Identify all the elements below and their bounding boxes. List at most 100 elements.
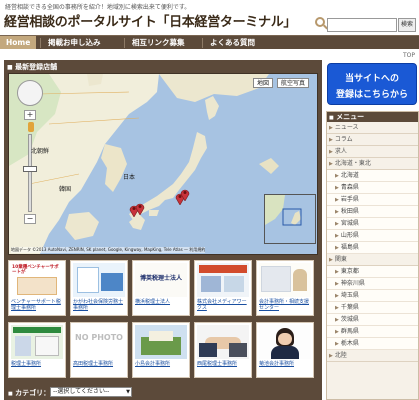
shop-image: 10業種ベンチャーサポートが <box>11 263 63 297</box>
shop-caption[interactable]: 高田税理士事務所 <box>73 361 127 367</box>
shop-thumbnail[interactable]: 税理士事務所 <box>8 322 66 378</box>
sidebar-item-label: 栃木県 <box>340 340 359 347</box>
sidebar-subitem[interactable]: ▶ 栃木県 <box>327 338 418 350</box>
map-pan-control-icon[interactable] <box>17 80 43 106</box>
shop-image <box>259 263 311 297</box>
search-input[interactable] <box>327 18 397 32</box>
sidebar-item-label: 埼玉県 <box>340 292 359 299</box>
register-banner-line2: 登録はこちらから <box>335 90 408 100</box>
shop-caption[interactable]: 会計事務所・相続支援センター <box>259 299 313 311</box>
chevron-right-icon: ▶ <box>335 185 339 191</box>
shop-thumbnail[interactable]: 西尾税理士事務所 <box>194 322 252 378</box>
map-marker-icon[interactable] <box>135 202 145 215</box>
chevron-right-icon: ▶ <box>335 341 339 347</box>
shop-thumbnail[interactable]: 小島会計事務所 <box>132 322 190 378</box>
shop-caption[interactable]: 小島会計事務所 <box>135 361 189 367</box>
sidebar-subitem[interactable]: ▶ 岩手県 <box>327 194 418 206</box>
shop-image <box>135 325 187 359</box>
site-tagline: 経営相談できる全国の事務所を紹介！地域別に検索出来て便利です。 <box>5 4 191 11</box>
chevron-right-icon: ▶ <box>335 317 339 323</box>
sidebar-category[interactable]: ▶ ニュース <box>327 122 418 134</box>
chevron-right-icon: ▶ <box>329 125 333 131</box>
chevron-right-icon: ▶ <box>329 257 333 263</box>
sidebar-subitem[interactable]: ▶ 宮城県 <box>327 218 418 230</box>
map-label-south-korea: 韓国 <box>59 186 72 193</box>
sidebar-item-label: 北海道・東北 <box>334 160 371 167</box>
top-link[interactable]: TOP <box>403 52 415 59</box>
heading-text: 最新登録店舗 <box>15 63 58 71</box>
map-type-satellite-button[interactable]: 航空写真 <box>277 78 310 88</box>
category-label: ■ カテゴリ： <box>8 388 50 398</box>
sidebar-subitem[interactable]: ▶ 北海道 <box>327 170 418 182</box>
chevron-right-icon: ▶ <box>335 293 339 299</box>
shop-thumbnail[interactable]: NO PHOTO 高田税理士事務所 <box>70 322 128 378</box>
register-banner-button[interactable]: 当サイトへの 登録はこちらから <box>327 63 417 105</box>
sidebar-subitem[interactable]: ▶ 青森県 <box>327 182 418 194</box>
shop-image-text: 博英税理士法人 <box>139 275 182 282</box>
shop-caption[interactable]: 株式会社メディアワークス <box>197 299 251 311</box>
sidebar-item-label: 神奈川県 <box>340 280 365 287</box>
sidebar-item-label: コラム <box>334 136 353 143</box>
site-title[interactable]: 経営相談のポータルサイト「日本経営ターミナル」 <box>4 11 296 30</box>
nav-apply[interactable]: 掲載お申し込み <box>42 36 107 49</box>
sidebar-item-label: 関東 <box>334 256 347 263</box>
map-overview-inset[interactable] <box>264 194 316 244</box>
map-credit: 地図データ ©2013 AutoNavi, ZENRIN, SK planet,… <box>11 247 206 253</box>
zoom-in-button[interactable]: + <box>24 110 36 120</box>
sidebar-item-label: 秋田県 <box>340 208 359 215</box>
chevron-right-icon: ▶ <box>335 329 339 335</box>
sidebar-item-label: 東京都 <box>340 268 359 275</box>
sidebar-subitem[interactable]: ▶ 秋田県 <box>327 206 418 218</box>
nav-divider <box>40 38 41 48</box>
chevron-right-icon: ▶ <box>335 269 339 275</box>
shop-caption[interactable]: 西尾税理士事務所 <box>197 361 251 367</box>
shop-thumbnail[interactable]: 博英税理士法人 横浜税理士法人 <box>132 260 190 316</box>
street-view-pegman-icon[interactable] <box>28 122 34 132</box>
search-button[interactable]: 検索 <box>398 18 416 32</box>
map-label-north-korea: 北朝鮮 <box>31 148 50 155</box>
nav-link-exchange[interactable]: 相互リンク募集 <box>126 36 191 49</box>
sidebar-subitem[interactable]: ▶ 神奈川県 <box>327 278 418 290</box>
sidebar-subitem[interactable]: ▶ 山形県 <box>327 230 418 242</box>
nav-faq[interactable]: よくある質問 <box>204 36 261 49</box>
shop-thumbnail[interactable]: 会計事務所・相続支援センター <box>256 260 314 316</box>
sidebar-subitem[interactable]: ▶ 茨城県 <box>327 314 418 326</box>
sidebar-item-label: 群馬県 <box>340 328 359 335</box>
map-marker-icon[interactable] <box>180 188 190 201</box>
panel-heading: ■ 最新登録店舗 <box>7 62 57 72</box>
shop-caption[interactable]: 横浜税理士法人 <box>135 299 189 305</box>
zoom-slider-handle[interactable] <box>23 166 37 172</box>
sidebar-subitem[interactable]: ▶ 群馬県 <box>327 326 418 338</box>
nav-home[interactable]: Home <box>0 36 37 49</box>
sidebar-subitem[interactable]: ▶ 千葉県 <box>327 302 418 314</box>
sidebar-category[interactable]: ▶ 求人 <box>327 146 418 158</box>
shop-thumbnail[interactable]: かがわ社会保険労務士事務所 <box>70 260 128 316</box>
shop-caption[interactable]: かがわ社会保険労務士事務所 <box>73 299 127 311</box>
main-nav: Home 掲載お申し込み 相互リンク募集 よくある質問 <box>0 35 419 49</box>
sidebar-title: ■ メニュー <box>327 112 418 122</box>
sidebar-category[interactable]: ▶ コラム <box>327 134 418 146</box>
shop-caption[interactable]: ベンチャーサポート税理士事務所 <box>11 299 65 311</box>
shop-caption[interactable]: 税理士事務所 <box>11 361 65 367</box>
shop-thumbnail[interactable]: 菊池会計事務所 <box>256 322 314 378</box>
sidebar-item-label: 茨城県 <box>340 316 359 323</box>
search-icon <box>315 17 325 27</box>
sidebar-category[interactable]: ▶ 北海道・東北 <box>327 158 418 170</box>
category-label-text: カテゴリ： <box>15 389 51 397</box>
sidebar-category[interactable]: ▶ 関東 <box>327 254 418 266</box>
map-type-map-button[interactable]: 地図 <box>253 78 274 88</box>
chevron-right-icon: ▶ <box>335 281 339 287</box>
category-select[interactable]: --選択してください-- <box>50 387 132 397</box>
chevron-right-icon: ▶ <box>335 305 339 311</box>
sidebar-category[interactable]: ▶ 北陸 <box>327 350 418 362</box>
zoom-out-button[interactable]: − <box>24 214 36 224</box>
shop-thumbnail[interactable]: 株式会社メディアワークス <box>194 260 252 316</box>
shop-caption[interactable]: 菊池会計事務所 <box>259 361 313 367</box>
sidebar-subitem[interactable]: ▶ 埼玉県 <box>327 290 418 302</box>
google-map[interactable]: 地図 航空写真 + − 北朝鮮 韓国 日本 地図データ ©2013 AutoNa… <box>8 73 318 255</box>
shop-thumbnail[interactable]: 10業種ベンチャーサポートが ベンチャーサポート税理士事務所 <box>8 260 66 316</box>
category-bar: ■ カテゴリ： --選択してください-- <box>4 385 322 400</box>
chevron-right-icon: ▶ <box>329 161 333 167</box>
sidebar-subitem[interactable]: ▶ 東京都 <box>327 266 418 278</box>
sidebar-subitem[interactable]: ▶ 福島県 <box>327 242 418 254</box>
